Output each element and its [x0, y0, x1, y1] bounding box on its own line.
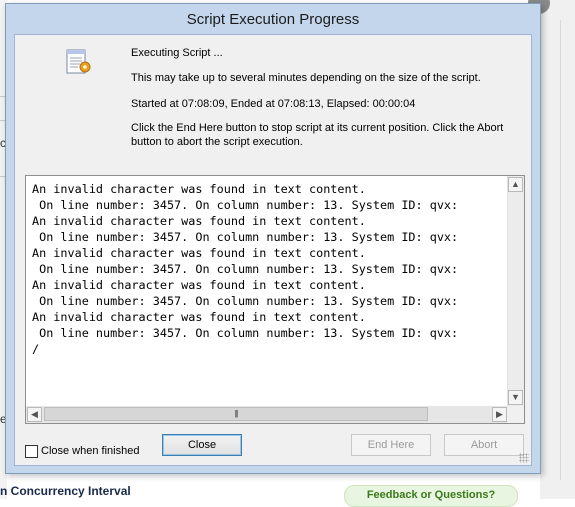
log-line: On line number: 3457. On column number: …	[32, 230, 459, 244]
log-line: An invalid character was found in text c…	[32, 246, 366, 260]
log-line: An invalid character was found in text c…	[32, 182, 366, 196]
scroll-right-icon[interactable]: ▶	[492, 407, 507, 422]
log-content: An invalid character was found in text c…	[32, 181, 504, 403]
scroll-left-icon[interactable]: ◀	[27, 407, 42, 422]
scrollbar-corner	[507, 406, 524, 423]
log-line: An invalid character was found in text c…	[32, 278, 366, 292]
background-divider	[560, 20, 561, 480]
script-execution-dialog: Script Execution Progress Executing Scri…	[5, 3, 541, 474]
background-concurrency-label: n Concurrency Interval	[0, 484, 131, 498]
executing-status-text: Executing Script ...	[131, 47, 223, 59]
checkbox-box[interactable]	[25, 445, 38, 458]
timing-text: Started at 07:08:09, Ended at 07:08:13, …	[131, 98, 416, 110]
help-text: Click the End Here button to stop script…	[131, 122, 504, 148]
script-notepad-icon	[66, 49, 91, 74]
close-button[interactable]: Close	[162, 434, 242, 456]
duration-note-text: This may take up to several minutes depe…	[131, 72, 481, 84]
log-line: On line number: 3457. On column number: …	[32, 262, 459, 276]
dialog-client-area: Executing Script ... This may take up to…	[14, 34, 532, 466]
horizontal-scroll-thumb[interactable]: |||	[44, 407, 428, 421]
log-vertical-scrollbar[interactable]: ▲ ▼	[507, 176, 524, 406]
dialog-title: Script Execution Progress	[186, 11, 360, 28]
scroll-down-icon[interactable]: ▼	[508, 390, 523, 405]
close-when-finished-label: Close when finished	[41, 445, 140, 457]
log-line: An invalid character was found in text c…	[32, 214, 366, 228]
log-horizontal-scrollbar[interactable]: ◀ ||| ▶	[26, 406, 508, 423]
resize-grip-icon[interactable]	[519, 453, 529, 463]
log-line: An invalid character was found in text c…	[32, 310, 366, 324]
feedback-button[interactable]: Feedback or Questions?	[344, 485, 518, 507]
log-line: On line number: 3457. On column number: …	[32, 294, 459, 308]
log-line: /	[32, 342, 40, 356]
script-log-textarea[interactable]: An invalid character was found in text c…	[25, 175, 525, 424]
end-here-button[interactable]: End Here	[351, 434, 431, 456]
scroll-up-icon[interactable]: ▲	[508, 177, 523, 192]
background-right-panel	[540, 0, 575, 499]
log-line: On line number: 3457. On column number: …	[32, 198, 459, 212]
log-line: On line number: 3457. On column number: …	[32, 326, 459, 340]
abort-button[interactable]: Abort	[444, 434, 524, 456]
